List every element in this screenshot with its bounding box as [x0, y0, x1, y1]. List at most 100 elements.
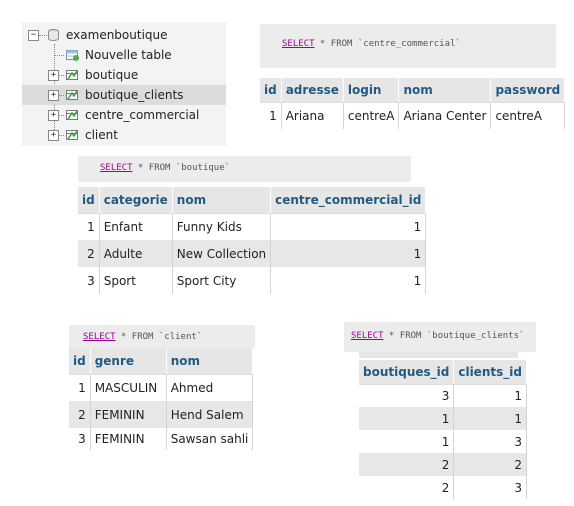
- column-header[interactable]: password: [490, 78, 566, 103]
- table-row: 1 MASCULIN Ahmed: [69, 374, 254, 401]
- tree-item-centre-commercial[interactable]: + centre_commercial: [22, 105, 226, 125]
- sql-query: SELECT * FROM `client`: [83, 332, 202, 342]
- sql-keyword-select[interactable]: SELECT: [83, 332, 116, 342]
- cell: 1: [69, 374, 91, 401]
- cell: 1: [270, 240, 427, 267]
- tree-connector: [55, 55, 64, 56]
- table-icon: [66, 90, 78, 100]
- cell: 1: [453, 407, 527, 430]
- cell: Ahmed: [166, 374, 254, 401]
- table-row: 3 Sport Sport City 1: [78, 267, 427, 294]
- cell: Funny Kids: [172, 213, 272, 240]
- cell: centreA: [490, 102, 566, 129]
- sql-keyword-select[interactable]: SELECT: [100, 163, 133, 173]
- table-row: 1 3: [359, 430, 527, 453]
- table-row: 1 Ariana centreA Ariana Center centreA: [260, 102, 566, 129]
- table-row: 2 FEMININ Hend Salem: [69, 401, 254, 428]
- plus-expander-icon[interactable]: +: [48, 110, 59, 121]
- column-header[interactable]: nom: [172, 187, 272, 214]
- query-box-boutique-clients: SELECT * FROM `boutique_clients`: [344, 322, 536, 352]
- cell: 1: [359, 407, 455, 430]
- sql-keyword-select[interactable]: SELECT: [351, 331, 384, 341]
- cell: centreA: [343, 102, 400, 129]
- sql-table-name: `client`: [158, 332, 203, 342]
- cell: MASCULIN: [90, 374, 167, 401]
- cell: 3: [78, 267, 100, 294]
- column-header[interactable]: categorie: [99, 187, 173, 214]
- column-header[interactable]: nom: [166, 348, 254, 375]
- tree-item-client[interactable]: + client: [22, 125, 226, 145]
- table-icon: [66, 110, 78, 120]
- cell: 1: [270, 267, 427, 294]
- tree-item-new-table[interactable]: Nouvelle table: [22, 45, 226, 65]
- plus-expander-icon[interactable]: +: [48, 90, 59, 101]
- cell: 2: [453, 453, 527, 476]
- result-table-boutique: id categorie nom centre_commercial_id 1 …: [78, 187, 427, 294]
- cell: 1: [260, 102, 282, 129]
- cell: Enfant: [99, 213, 173, 240]
- column-header[interactable]: id: [78, 187, 100, 214]
- cell: 2: [359, 476, 455, 499]
- cell: Adulte: [99, 240, 173, 267]
- sql-query-rest: * FROM: [115, 332, 159, 342]
- cell: 1: [78, 213, 100, 240]
- sql-query-rest: * FROM: [132, 163, 176, 173]
- cell: Sport City: [172, 267, 272, 294]
- table-row: 3 FEMININ Sawsan sahli: [69, 428, 254, 450]
- cell: Ariana: [281, 102, 344, 129]
- column-header[interactable]: boutiques_id: [359, 360, 455, 385]
- result-table-centre-commercial: id adresse login nom password 1 Ariana c…: [260, 78, 566, 129]
- cell: 3: [453, 430, 527, 453]
- table-row: 2 3: [359, 476, 527, 499]
- column-header[interactable]: nom: [398, 78, 492, 103]
- sql-keyword-select[interactable]: SELECT: [282, 39, 315, 49]
- result-table-boutique-clients: boutiques_id clients_id 3 1 1 1 1 3 2 2 …: [359, 360, 527, 499]
- table-row: 1 Enfant Funny Kids 1: [78, 213, 427, 240]
- cell: 2: [78, 240, 100, 267]
- plus-expander-icon[interactable]: +: [48, 130, 59, 141]
- column-header[interactable]: id: [69, 348, 91, 375]
- cell: 1: [270, 213, 427, 240]
- plus-expander-icon[interactable]: +: [48, 70, 59, 81]
- cell: 3: [359, 384, 455, 407]
- tree-item-boutique[interactable]: + boutique: [22, 65, 226, 85]
- table-row: 2 2: [359, 453, 527, 476]
- cell: Hend Salem: [166, 401, 254, 428]
- column-header[interactable]: centre_commercial_id: [270, 187, 427, 214]
- cell: FEMININ: [90, 428, 167, 450]
- cell: 3: [453, 476, 527, 499]
- table-row: 1 1: [359, 407, 527, 430]
- cell: FEMININ: [90, 401, 167, 428]
- cell: Sport: [99, 267, 173, 294]
- table-row: 3 1: [359, 384, 527, 407]
- tree-item-database[interactable]: − examenboutique: [22, 25, 226, 45]
- sql-table-name: `centre_commercial`: [357, 39, 461, 49]
- cell: 1: [453, 384, 527, 407]
- cell: New Collection: [172, 240, 272, 267]
- tree-item-boutique-clients[interactable]: + boutique_clients: [22, 85, 226, 105]
- sql-query-rest: * FROM: [383, 331, 427, 341]
- cell: 3: [69, 428, 91, 450]
- sql-query-rest: * FROM: [314, 39, 358, 49]
- column-header[interactable]: genre: [90, 348, 167, 375]
- column-header[interactable]: login: [343, 78, 400, 103]
- new-table-icon: [66, 50, 79, 61]
- tree-connector: [59, 75, 64, 76]
- minus-expander-icon[interactable]: −: [28, 30, 39, 41]
- sql-table-name: `boutique_clients`: [426, 331, 525, 341]
- query-box-client: SELECT * FROM `client`: [69, 325, 255, 349]
- table-icon: [66, 70, 78, 80]
- new-table-link[interactable]: Nouvelle table: [85, 45, 172, 65]
- tree-connector: [59, 135, 64, 136]
- column-header[interactable]: clients_id: [453, 360, 527, 385]
- navigation-tree: − examenboutique Nouvelle table + boutiq…: [22, 22, 226, 146]
- cell: Sawsan sahli: [166, 428, 254, 450]
- cell: 1: [359, 430, 455, 453]
- column-header[interactable]: id: [260, 78, 282, 103]
- column-header[interactable]: adresse: [281, 78, 344, 103]
- results-toolbar-strip: [359, 352, 518, 358]
- tree-connector: [59, 115, 64, 116]
- query-box-centre-commercial: SELECT * FROM `centre_commercial`: [260, 24, 556, 68]
- database-name: examenboutique: [66, 28, 168, 42]
- cell: 2: [359, 453, 455, 476]
